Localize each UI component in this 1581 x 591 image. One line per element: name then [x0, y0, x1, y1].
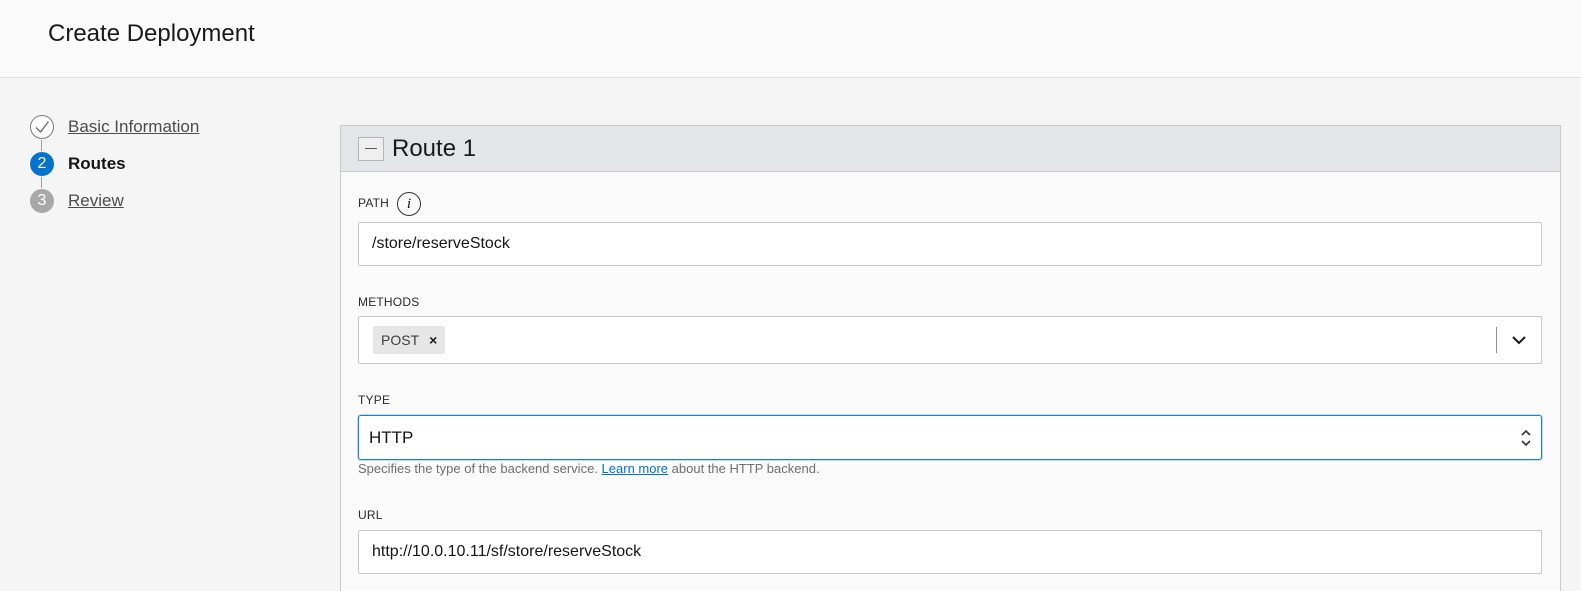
path-input[interactable]: /store/reserveStock	[358, 222, 1542, 266]
checkmark-icon	[30, 115, 54, 139]
wizard-step-label[interactable]: Basic Information	[68, 117, 199, 137]
url-input[interactable]: http://10.0.10.11/sf/store/reserveStock	[358, 530, 1542, 574]
type-select[interactable]: HTTP	[358, 415, 1542, 460]
remove-chip-icon[interactable]: ×	[429, 332, 437, 348]
route-header: Route 1	[341, 126, 1560, 172]
page-title: Create Deployment	[48, 20, 255, 47]
step-connector	[41, 140, 42, 151]
collapse-route-button[interactable]	[358, 136, 384, 161]
path-label: PATH	[358, 196, 390, 210]
methods-label: METHODS	[358, 295, 420, 309]
helper-suffix: about the HTTP backend.	[671, 461, 820, 476]
page-header: Create Deployment	[0, 0, 1581, 78]
wizard-step-routes: 2 Routes	[30, 151, 126, 177]
wizard-step-review[interactable]: 3 Review	[30, 188, 124, 214]
url-label: URL	[358, 508, 383, 522]
dropdown-divider	[1496, 327, 1497, 353]
step-number-badge: 3	[30, 189, 54, 213]
type-selected-value: HTTP	[369, 427, 414, 447]
helper-prefix: Specifies the type of the backend servic…	[358, 461, 598, 476]
wizard-step-label: Routes	[68, 154, 126, 173]
info-icon[interactable]: i	[397, 192, 421, 216]
step-connector	[41, 177, 42, 188]
minus-icon	[365, 148, 377, 149]
wizard-step-basic-information[interactable]: Basic Information	[30, 114, 199, 140]
chevron-down-icon[interactable]	[1509, 331, 1529, 349]
methods-multiselect[interactable]: POST ×	[358, 316, 1542, 364]
wizard-step-label[interactable]: Review	[68, 191, 124, 211]
method-chip-label: POST	[381, 332, 420, 348]
type-helper-text: Specifies the type of the backend servic…	[358, 461, 820, 476]
updown-chevron-icon	[1519, 427, 1533, 449]
method-chip-post: POST ×	[373, 326, 446, 354]
step-number-badge: 2	[30, 152, 54, 176]
learn-more-link[interactable]: Learn more	[602, 461, 668, 476]
route-title: Route 1	[392, 134, 477, 162]
type-label: TYPE	[358, 393, 391, 407]
route-panel: Route 1 PATH i /store/reserveStock METHO…	[340, 125, 1561, 591]
